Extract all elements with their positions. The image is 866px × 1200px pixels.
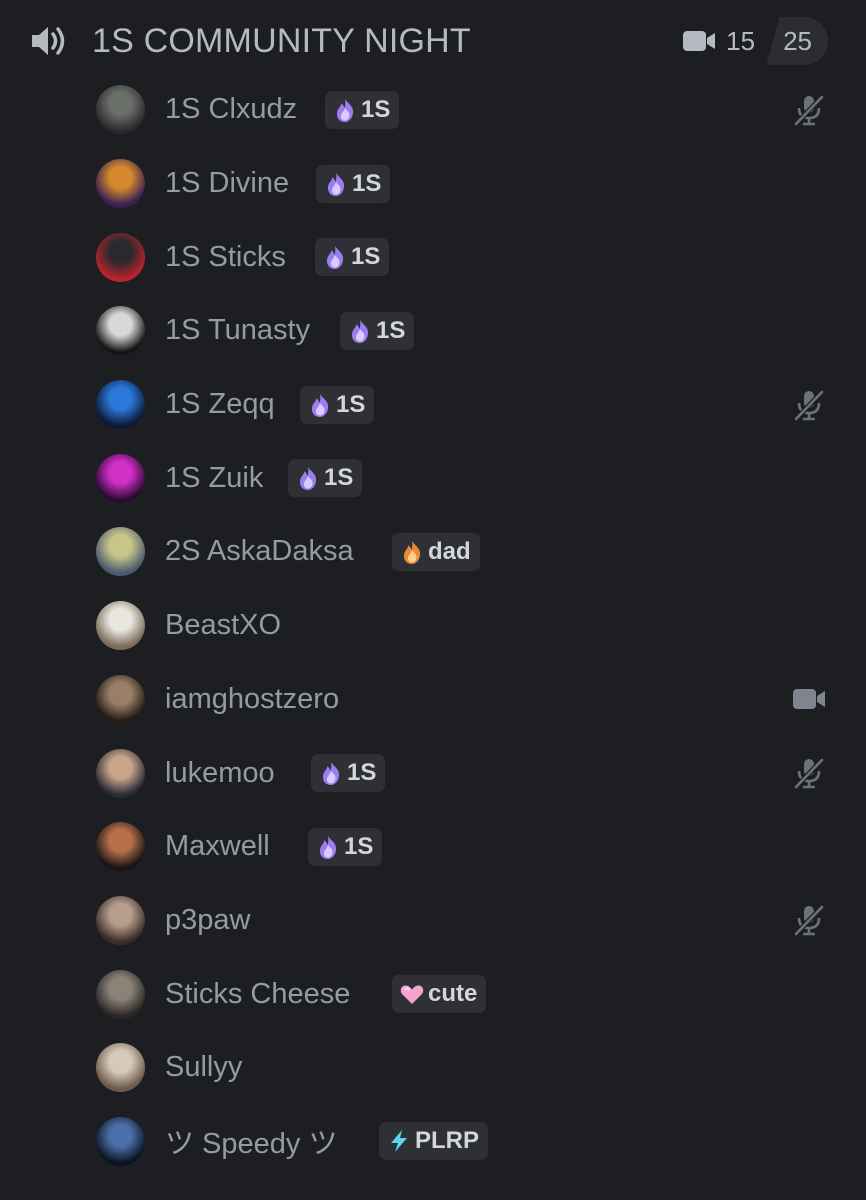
voice-user-row[interactable]: Maxwell 1S (0, 810, 866, 884)
voice-user-row[interactable]: iamghostzero (0, 663, 866, 737)
voice-user-row[interactable]: 2S AskaDaksa dad (0, 515, 866, 589)
server-tag-label: 1S (351, 243, 381, 271)
avatar[interactable] (96, 674, 145, 724)
voice-user-row[interactable]: 1S Divine 1S (0, 147, 866, 221)
voice-user-list: 1S Clxudz 1S 1S Divine 1S 1S Sticks 1S 1S Tuna… (0, 73, 866, 1178)
username[interactable]: 1S Zeqq (165, 388, 275, 421)
username[interactable]: 1S Tunasty (165, 314, 310, 347)
voice-user-row[interactable]: 1S Zuik 1S (0, 441, 866, 515)
server-tag[interactable]: 1S (308, 827, 383, 866)
username[interactable]: ツ Speedy ツ (165, 1120, 337, 1162)
voice-user-row[interactable]: 1S Tunasty 1S (0, 294, 866, 368)
username[interactable]: Sticks Cheese (165, 978, 350, 1011)
purple-flame-icon (347, 318, 373, 344)
video-icon (682, 28, 716, 54)
server-tag-label: cute (428, 980, 478, 1008)
avatar[interactable] (96, 1116, 145, 1166)
mic-muted-icon (792, 903, 826, 937)
voice-user-row[interactable]: BeastXO (0, 589, 866, 663)
username[interactable]: 2S AskaDaksa (165, 535, 354, 568)
channel-user-count: 15 25 (682, 17, 828, 65)
server-tag-label: 1S (336, 390, 366, 418)
voice-user-row[interactable]: Sticks Cheese cute (0, 957, 866, 1031)
username[interactable]: 1S Clxudz (165, 93, 297, 126)
server-tag[interactable]: 1S (325, 90, 400, 129)
avatar[interactable] (96, 306, 145, 356)
server-tag[interactable]: 1S (315, 238, 390, 277)
username[interactable]: 1S Sticks (165, 241, 286, 274)
username[interactable]: Maxwell (165, 830, 270, 863)
username[interactable]: BeastXO (165, 609, 281, 642)
server-tag[interactable]: cute (392, 975, 487, 1014)
voice-user-row[interactable]: lukemoo 1S (0, 736, 866, 810)
mic-muted-icon (792, 756, 826, 790)
server-tag-label: dad (428, 537, 471, 565)
avatar[interactable] (96, 895, 145, 945)
avatar[interactable] (96, 969, 145, 1019)
avatar[interactable] (96, 159, 145, 209)
avatar[interactable] (96, 380, 145, 430)
avatar[interactable] (96, 601, 145, 651)
server-tag[interactable]: 1S (288, 459, 363, 498)
current-user-count: 15 (726, 25, 756, 56)
server-tag[interactable]: 1S (300, 385, 375, 424)
username[interactable]: lukemoo (165, 757, 275, 790)
purple-flame-icon (323, 171, 349, 197)
mic-muted-icon (792, 388, 826, 422)
server-tag-label: 1S (347, 759, 377, 787)
voice-user-row[interactable]: Sullyy (0, 1031, 866, 1105)
purple-flame-icon (295, 465, 321, 491)
orange-flame-icon (399, 539, 425, 565)
lightning-icon (386, 1128, 412, 1154)
server-tag[interactable]: dad (392, 532, 480, 571)
avatar[interactable] (96, 822, 145, 872)
voice-channel-header[interactable]: 1S COMMUNITY NIGHT 15 25 (28, 14, 828, 68)
pink-heart-icon (399, 981, 425, 1007)
username[interactable]: Sullyy (165, 1051, 242, 1084)
purple-flame-icon (322, 244, 348, 270)
count-divider (765, 17, 782, 65)
avatar[interactable] (96, 232, 145, 282)
server-tag-label: 1S (376, 316, 406, 344)
username[interactable]: iamghostzero (165, 683, 339, 716)
server-tag-label: 1S (344, 832, 374, 860)
server-tag[interactable]: 1S (340, 311, 415, 350)
avatar[interactable] (96, 453, 145, 503)
server-tag-label: 1S (361, 95, 391, 123)
speaker-icon (28, 20, 70, 62)
username[interactable]: p3paw (165, 904, 250, 937)
server-tag-label: 1S (324, 464, 354, 492)
server-tag[interactable]: 1S (316, 164, 391, 203)
mic-muted-icon (792, 93, 826, 127)
server-tag-label: 1S (352, 169, 382, 197)
username[interactable]: 1S Divine (165, 167, 289, 200)
purple-flame-icon (318, 760, 344, 786)
voice-user-row[interactable]: 1S Clxudz 1S (0, 73, 866, 147)
server-tag-label: PLRP (415, 1127, 480, 1155)
channel-name: 1S COMMUNITY NIGHT (92, 21, 471, 60)
voice-user-row[interactable]: ツ Speedy ツ PLRP (0, 1105, 866, 1179)
user-limit: 25 (781, 17, 828, 65)
username[interactable]: 1S Zuik (165, 462, 263, 495)
server-tag[interactable]: 1S (311, 754, 386, 793)
server-tag[interactable]: PLRP (379, 1122, 489, 1161)
avatar[interactable] (96, 527, 145, 577)
purple-flame-icon (332, 97, 358, 123)
avatar[interactable] (96, 1043, 145, 1093)
voice-user-row[interactable]: 1S Zeqq 1S (0, 368, 866, 442)
purple-flame-icon (307, 392, 333, 418)
purple-flame-icon (315, 834, 341, 860)
avatar[interactable] (96, 85, 145, 135)
avatar[interactable] (96, 748, 145, 798)
voice-user-row[interactable]: p3paw (0, 884, 866, 958)
video-icon (792, 682, 826, 716)
voice-user-row[interactable]: 1S Sticks 1S (0, 220, 866, 294)
